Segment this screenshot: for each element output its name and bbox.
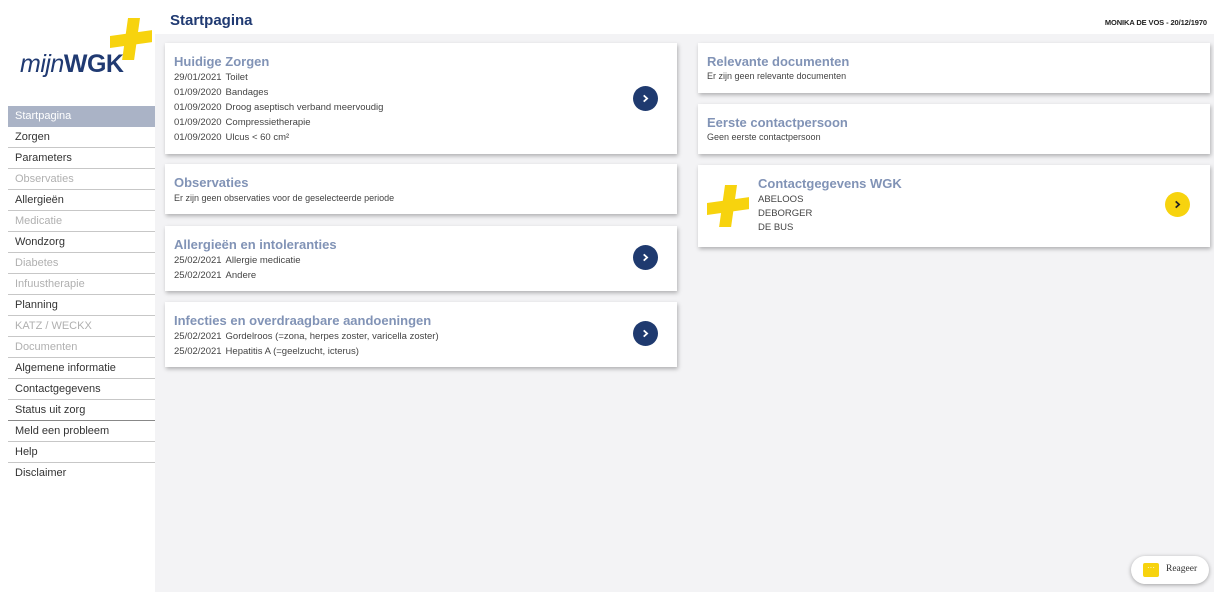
header: Startpagina MONIKA DE VOS - 20/12/1970 (155, 8, 1214, 34)
chevron-right-icon (643, 253, 649, 262)
zorgen-list: 29/01/2021 Toilet 01/09/2020 Bandages 01/0… (174, 70, 383, 145)
card-observaties[interactable]: Observaties Er zijn geen observaties voo… (165, 164, 677, 214)
wgk-contact-list: ABELOOS DEBORGER DE BUS (758, 193, 812, 235)
card-contactgegevens-wgk[interactable]: Contactgegevens WGK ABELOOS DEBORGER DE … (698, 165, 1210, 247)
card-title: Eerste contactpersoon (707, 115, 848, 130)
list-item-date: 25/02/2021 (174, 331, 222, 342)
allergieen-list: 25/02/2021 Allergie medicatie 25/02/2021 A… (174, 253, 301, 283)
sidebar-item-medicatie: Medicatie (8, 211, 155, 232)
mijnwgk-logo[interactable]: mijnWGK (8, 8, 155, 100)
list-item-text: Hepatitis A (=geelzucht, icterus) (225, 346, 359, 357)
card-empty-text: Er zijn geen relevante documenten (707, 71, 847, 81)
sidebar-item-katz-weckx: KATZ / WECKX (8, 316, 155, 337)
card-title: Relevante documenten (707, 54, 850, 69)
sidebar: mijnWGK Startpagina Zorgen Parameters Ob… (8, 8, 155, 592)
list-item-text: Compressietherapie (225, 117, 311, 128)
open-contactgegevens-button[interactable] (1165, 192, 1190, 217)
sidebar-item-contactgegevens[interactable]: Contactgegevens (8, 379, 155, 400)
list-item-text: Ulcus < 60 cm² (225, 132, 290, 143)
list-item: 25/02/2021 Hepatitis A (=geelzucht, icter… (174, 344, 439, 359)
list-item-text: Bandages (225, 87, 269, 98)
list-item: 01/09/2020 Ulcus < 60 cm² (174, 130, 383, 145)
sidebar-item-wondzorg[interactable]: Wondzorg (8, 232, 155, 253)
card-title: Allergieën en intoleranties (174, 237, 337, 252)
card-empty-text: Geen eerste contactpersoon (707, 132, 821, 142)
list-item: 01/09/2020 Bandages (174, 85, 383, 100)
card-title: Observaties (174, 175, 249, 190)
card-relevante-documenten[interactable]: Relevante documenten Er zijn geen releva… (698, 43, 1210, 93)
page-title: Startpagina (170, 12, 253, 29)
chat-icon: ··· (1143, 563, 1159, 577)
reageer-button[interactable]: ··· Reageer (1131, 556, 1209, 584)
sidebar-item-documenten: Documenten (8, 337, 155, 358)
sidebar-item-parameters[interactable]: Parameters (8, 148, 155, 169)
list-item-date: 25/02/2021 (174, 270, 222, 281)
list-item-date: 25/02/2021 (174, 255, 222, 266)
card-title: Infecties en overdraagbare aandoeningen (174, 313, 432, 328)
list-item-date: 01/09/2020 (174, 87, 222, 98)
logo-brand: WGK (63, 50, 124, 78)
list-item-text: Allergie medicatie (225, 255, 301, 266)
open-zorgen-button[interactable] (633, 86, 658, 111)
card-title: Contactgegevens WGK (758, 176, 902, 191)
open-infecties-button[interactable] (633, 321, 658, 346)
card-infecties[interactable]: Infecties en overdraagbare aandoeningen … (165, 302, 677, 367)
list-item-date: 29/01/2021 (174, 72, 222, 83)
sidebar-item-zorgen[interactable]: Zorgen (8, 127, 155, 148)
list-item-text: Gordelroos (=zona, herpes zoster, varice… (225, 331, 439, 342)
sidebar-item-meld-een-probleem[interactable]: Meld een probleem (8, 421, 155, 442)
list-item-text: Andere (225, 270, 257, 281)
logo-text: mijnWGK (20, 50, 124, 79)
open-allergieen-button[interactable] (633, 245, 658, 270)
sidebar-item-status-uit-zorg[interactable]: Status uit zorg (8, 400, 155, 421)
sidebar-item-help[interactable]: Help (8, 442, 155, 463)
wgk-cross-icon (707, 185, 749, 227)
list-item: ABELOOS (758, 194, 804, 205)
list-item-date: 25/02/2021 (174, 346, 222, 357)
sidebar-item-diabetes: Diabetes (8, 253, 155, 274)
list-item-date: 01/09/2020 (174, 117, 222, 128)
sidebar-item-observaties: Observaties (8, 169, 155, 190)
card-huidige-zorgen[interactable]: Huidige Zorgen 29/01/2021 Toilet 01/09/20… (165, 43, 677, 154)
chevron-right-icon (1175, 200, 1181, 209)
infecties-list: 25/02/2021 Gordelroos (=zona, herpes zost… (174, 329, 439, 359)
patient-info: MONIKA DE VOS - 20/12/1970 (1104, 18, 1207, 27)
list-item: 29/01/2021 Toilet (174, 70, 383, 85)
sidebar-item-disclaimer[interactable]: Disclaimer (8, 463, 155, 484)
list-item: 01/09/2020 Compressietherapie (174, 115, 383, 130)
sidebar-item-infuustherapie: Infuustherapie (8, 274, 155, 295)
sidebar-nav: Startpagina Zorgen Parameters Observatie… (8, 106, 155, 484)
list-item: 25/02/2021 Gordelroos (=zona, herpes zost… (174, 329, 439, 344)
sidebar-item-startpagina[interactable]: Startpagina (8, 106, 155, 127)
list-item: 25/02/2021 Allergie medicatie (174, 253, 301, 268)
card-empty-text: Er zijn geen observaties voor de geselec… (174, 193, 395, 203)
logo-prefix: mijn (20, 50, 64, 78)
card-eerste-contactpersoon[interactable]: Eerste contactpersoon Geen eerste contac… (698, 104, 1210, 154)
sidebar-item-planning[interactable]: Planning (8, 295, 155, 316)
list-item-date: 01/09/2020 (174, 132, 222, 143)
list-item-text: Toilet (225, 72, 248, 83)
list-item-text: Droog aseptisch verband meervoudig (225, 102, 384, 113)
card-title: Huidige Zorgen (174, 54, 270, 69)
list-item: 01/09/2020 Droog aseptisch verband meervo… (174, 100, 383, 115)
list-item: 25/02/2021 Andere (174, 268, 301, 283)
chevron-right-icon (643, 94, 649, 103)
list-item: DEBORGER (758, 208, 813, 219)
reageer-label: Reageer (1166, 564, 1198, 574)
sidebar-item-allergieen[interactable]: Allergieën (8, 190, 155, 211)
list-item: DE BUS (758, 222, 794, 233)
list-item-date: 01/09/2020 (174, 102, 222, 113)
card-allergieen[interactable]: Allergieën en intoleranties 25/02/2021 Al… (165, 226, 677, 291)
chevron-right-icon (643, 329, 649, 338)
sidebar-item-algemene-informatie[interactable]: Algemene informatie (8, 358, 155, 379)
